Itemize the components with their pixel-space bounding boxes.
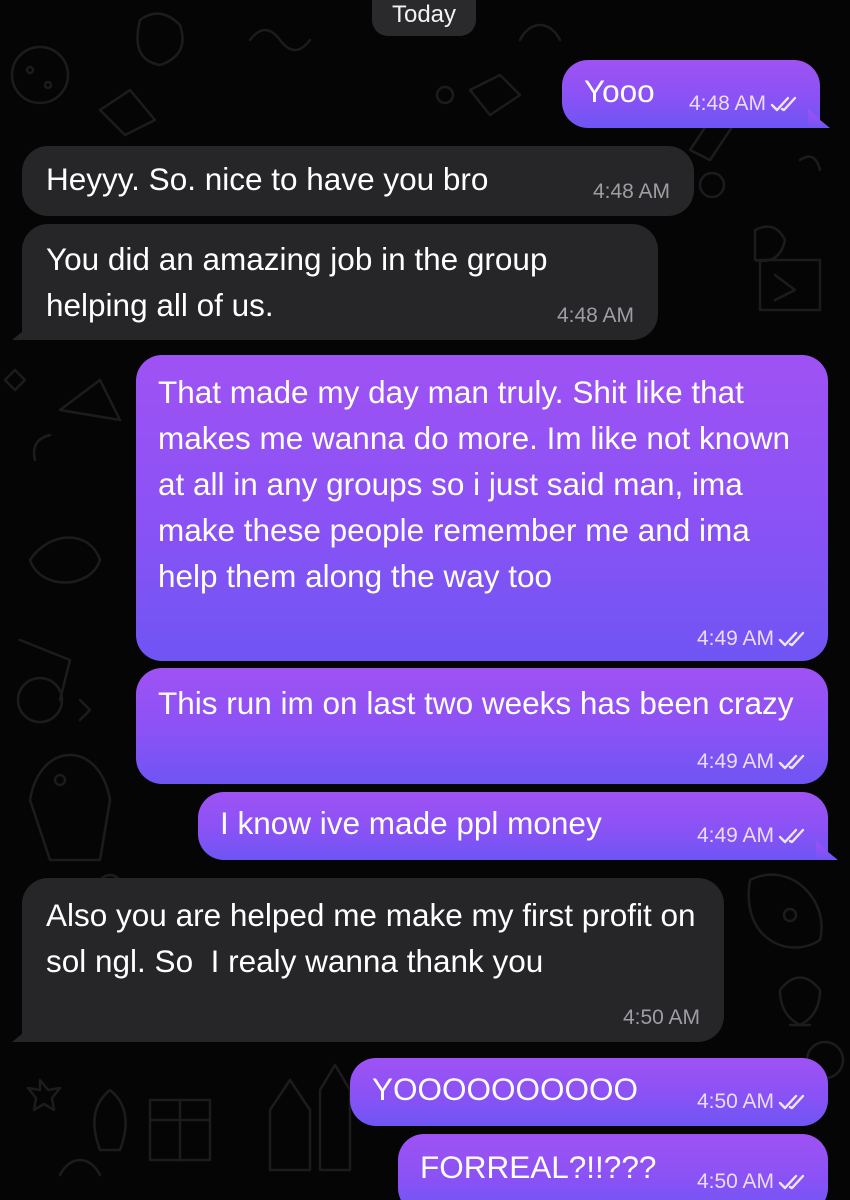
message-bubble-outgoing[interactable]: This run im on last two weeks has been c… <box>136 668 828 784</box>
message-time: 4:50 AM <box>696 1170 774 1193</box>
message-time: 4:49 AM <box>696 824 774 847</box>
message-time: 4:48 AM <box>556 304 634 327</box>
double-check-icon <box>778 754 805 770</box>
message-text: Also you are helped me make my first pro… <box>46 897 705 979</box>
message-meta: 4:50 AM <box>697 1170 808 1194</box>
message-bubble-incoming[interactable]: You did an amazing job in the group help… <box>22 224 658 340</box>
message-time: 4:48 AM <box>592 180 670 203</box>
message-meta: 4:48 AM <box>557 304 634 328</box>
double-check-icon <box>770 96 797 112</box>
message-time: 4:50 AM <box>696 1090 774 1113</box>
message-bubble-incoming[interactable]: Also you are helped me make my first pro… <box>22 878 724 1042</box>
message-meta: 4:50 AM <box>623 1006 700 1030</box>
message-text: That made my day man truly. Shit like th… <box>158 374 799 594</box>
message-time: 4:49 AM <box>696 750 774 773</box>
message-meta: 4:49 AM <box>697 750 808 774</box>
message-time: 4:49 AM <box>696 627 774 650</box>
message-bubble-outgoing[interactable]: FORREAL?!!??? 4:50 AM <box>398 1134 828 1200</box>
message-meta: 4:49 AM <box>697 824 808 848</box>
double-check-icon <box>778 828 805 844</box>
message-meta: 4:48 AM <box>689 92 800 116</box>
date-separator: Today <box>372 0 476 36</box>
message-bubble-outgoing[interactable]: That made my day man truly. Shit like th… <box>136 355 828 661</box>
message-bubble-outgoing[interactable]: YOOOOOOOOOO 4:50 AM <box>350 1058 828 1126</box>
message-meta: 4:50 AM <box>697 1090 808 1114</box>
double-check-icon <box>778 1174 805 1190</box>
message-bubble-outgoing[interactable]: Yooo 4:48 AM <box>562 60 820 128</box>
message-text: Heyyy. So. nice to have you bro <box>46 161 489 197</box>
message-time: 4:50 AM <box>622 1006 700 1029</box>
message-text: This run im on last two weeks has been c… <box>158 685 794 721</box>
message-meta: 4:48 AM <box>593 180 670 204</box>
chat-view[interactable]: Today Yooo 4:48 AM Heyyy. So. nice to ha… <box>0 0 850 1200</box>
double-check-icon <box>778 631 805 647</box>
message-meta: 4:49 AM <box>697 627 808 651</box>
double-check-icon <box>778 1094 805 1110</box>
message-bubble-outgoing[interactable]: I know ive made ppl money 4:49 AM <box>198 792 828 860</box>
message-bubble-incoming[interactable]: Heyyy. So. nice to have you bro 4:48 AM <box>22 146 694 216</box>
message-time: 4:48 AM <box>688 92 766 115</box>
